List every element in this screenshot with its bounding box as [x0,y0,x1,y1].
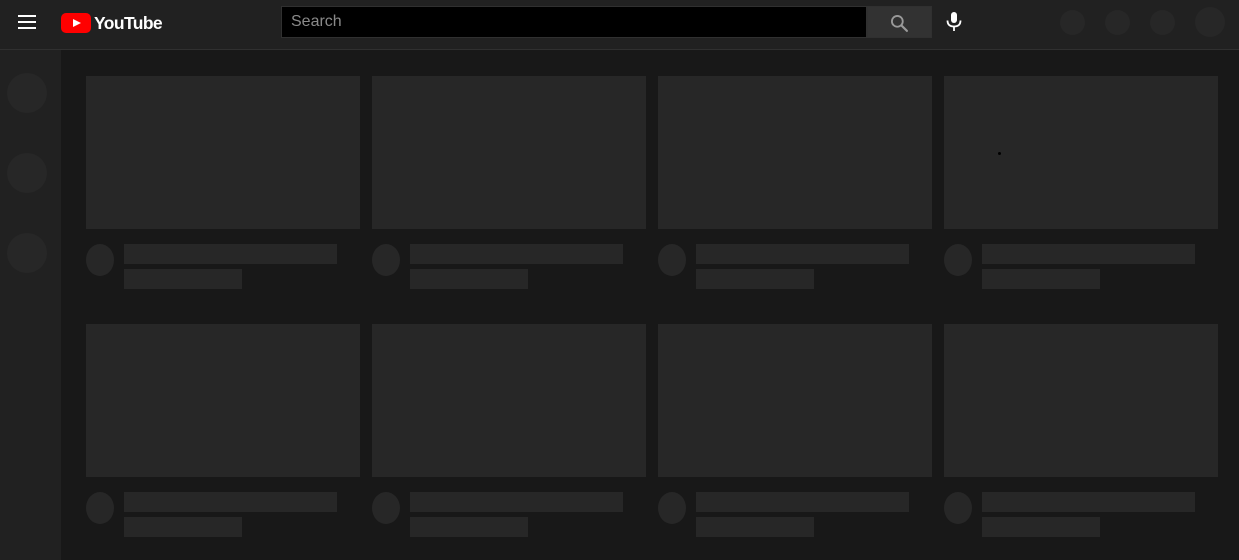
notifications-button-placeholder[interactable] [1150,10,1175,35]
meta-line-placeholder [124,517,242,537]
channel-avatar-placeholder [944,492,972,524]
guide-sidebar [0,50,61,560]
cursor-speck [998,152,1001,155]
thumbnail-placeholder [944,76,1218,229]
sidebar-item-placeholder[interactable] [7,153,47,193]
sidebar-item-placeholder[interactable] [7,73,47,113]
thumbnail-placeholder [372,76,646,229]
thumbnail-placeholder [86,76,360,229]
account-avatar-placeholder[interactable] [1195,7,1225,37]
search-icon [891,15,908,32]
meta-line-placeholder [696,517,814,537]
meta-line-placeholder [124,269,242,289]
logo-text: YouTube [94,12,163,33]
title-line-placeholder [982,244,1195,264]
apps-button-placeholder[interactable] [1105,10,1130,35]
thumbnail-placeholder [372,324,646,477]
sidebar-item-placeholder[interactable] [7,233,47,273]
microphone-icon [946,12,962,31]
thumbnail-placeholder [658,76,932,229]
title-line-placeholder [410,492,623,512]
meta-line-placeholder [410,269,528,289]
title-line-placeholder [982,492,1195,512]
youtube-play-logo-icon [61,13,91,33]
meta-line-placeholder [982,517,1100,537]
hamburger-menu-icon[interactable] [14,11,40,33]
channel-avatar-placeholder [658,492,686,524]
channel-avatar-placeholder [86,244,114,276]
channel-avatar-placeholder [658,244,686,276]
thumbnail-placeholder [658,324,932,477]
thumbnail-placeholder [944,324,1218,477]
channel-avatar-placeholder [372,492,400,524]
create-button-placeholder[interactable] [1060,10,1085,35]
channel-avatar-placeholder [944,244,972,276]
title-line-placeholder [124,244,337,264]
title-line-placeholder [410,244,623,264]
meta-line-placeholder [410,517,528,537]
meta-line-placeholder [982,269,1100,289]
channel-avatar-placeholder [86,492,114,524]
search-button[interactable] [867,6,932,38]
search-input[interactable] [281,6,867,38]
voice-search-button[interactable] [942,8,966,36]
youtube-logo[interactable]: YouTube [61,12,163,34]
channel-avatar-placeholder [372,244,400,276]
masthead: YouTube [0,0,1239,50]
meta-line-placeholder [696,269,814,289]
title-line-placeholder [124,492,337,512]
thumbnail-placeholder [86,324,360,477]
title-line-placeholder [696,492,909,512]
title-line-placeholder [696,244,909,264]
